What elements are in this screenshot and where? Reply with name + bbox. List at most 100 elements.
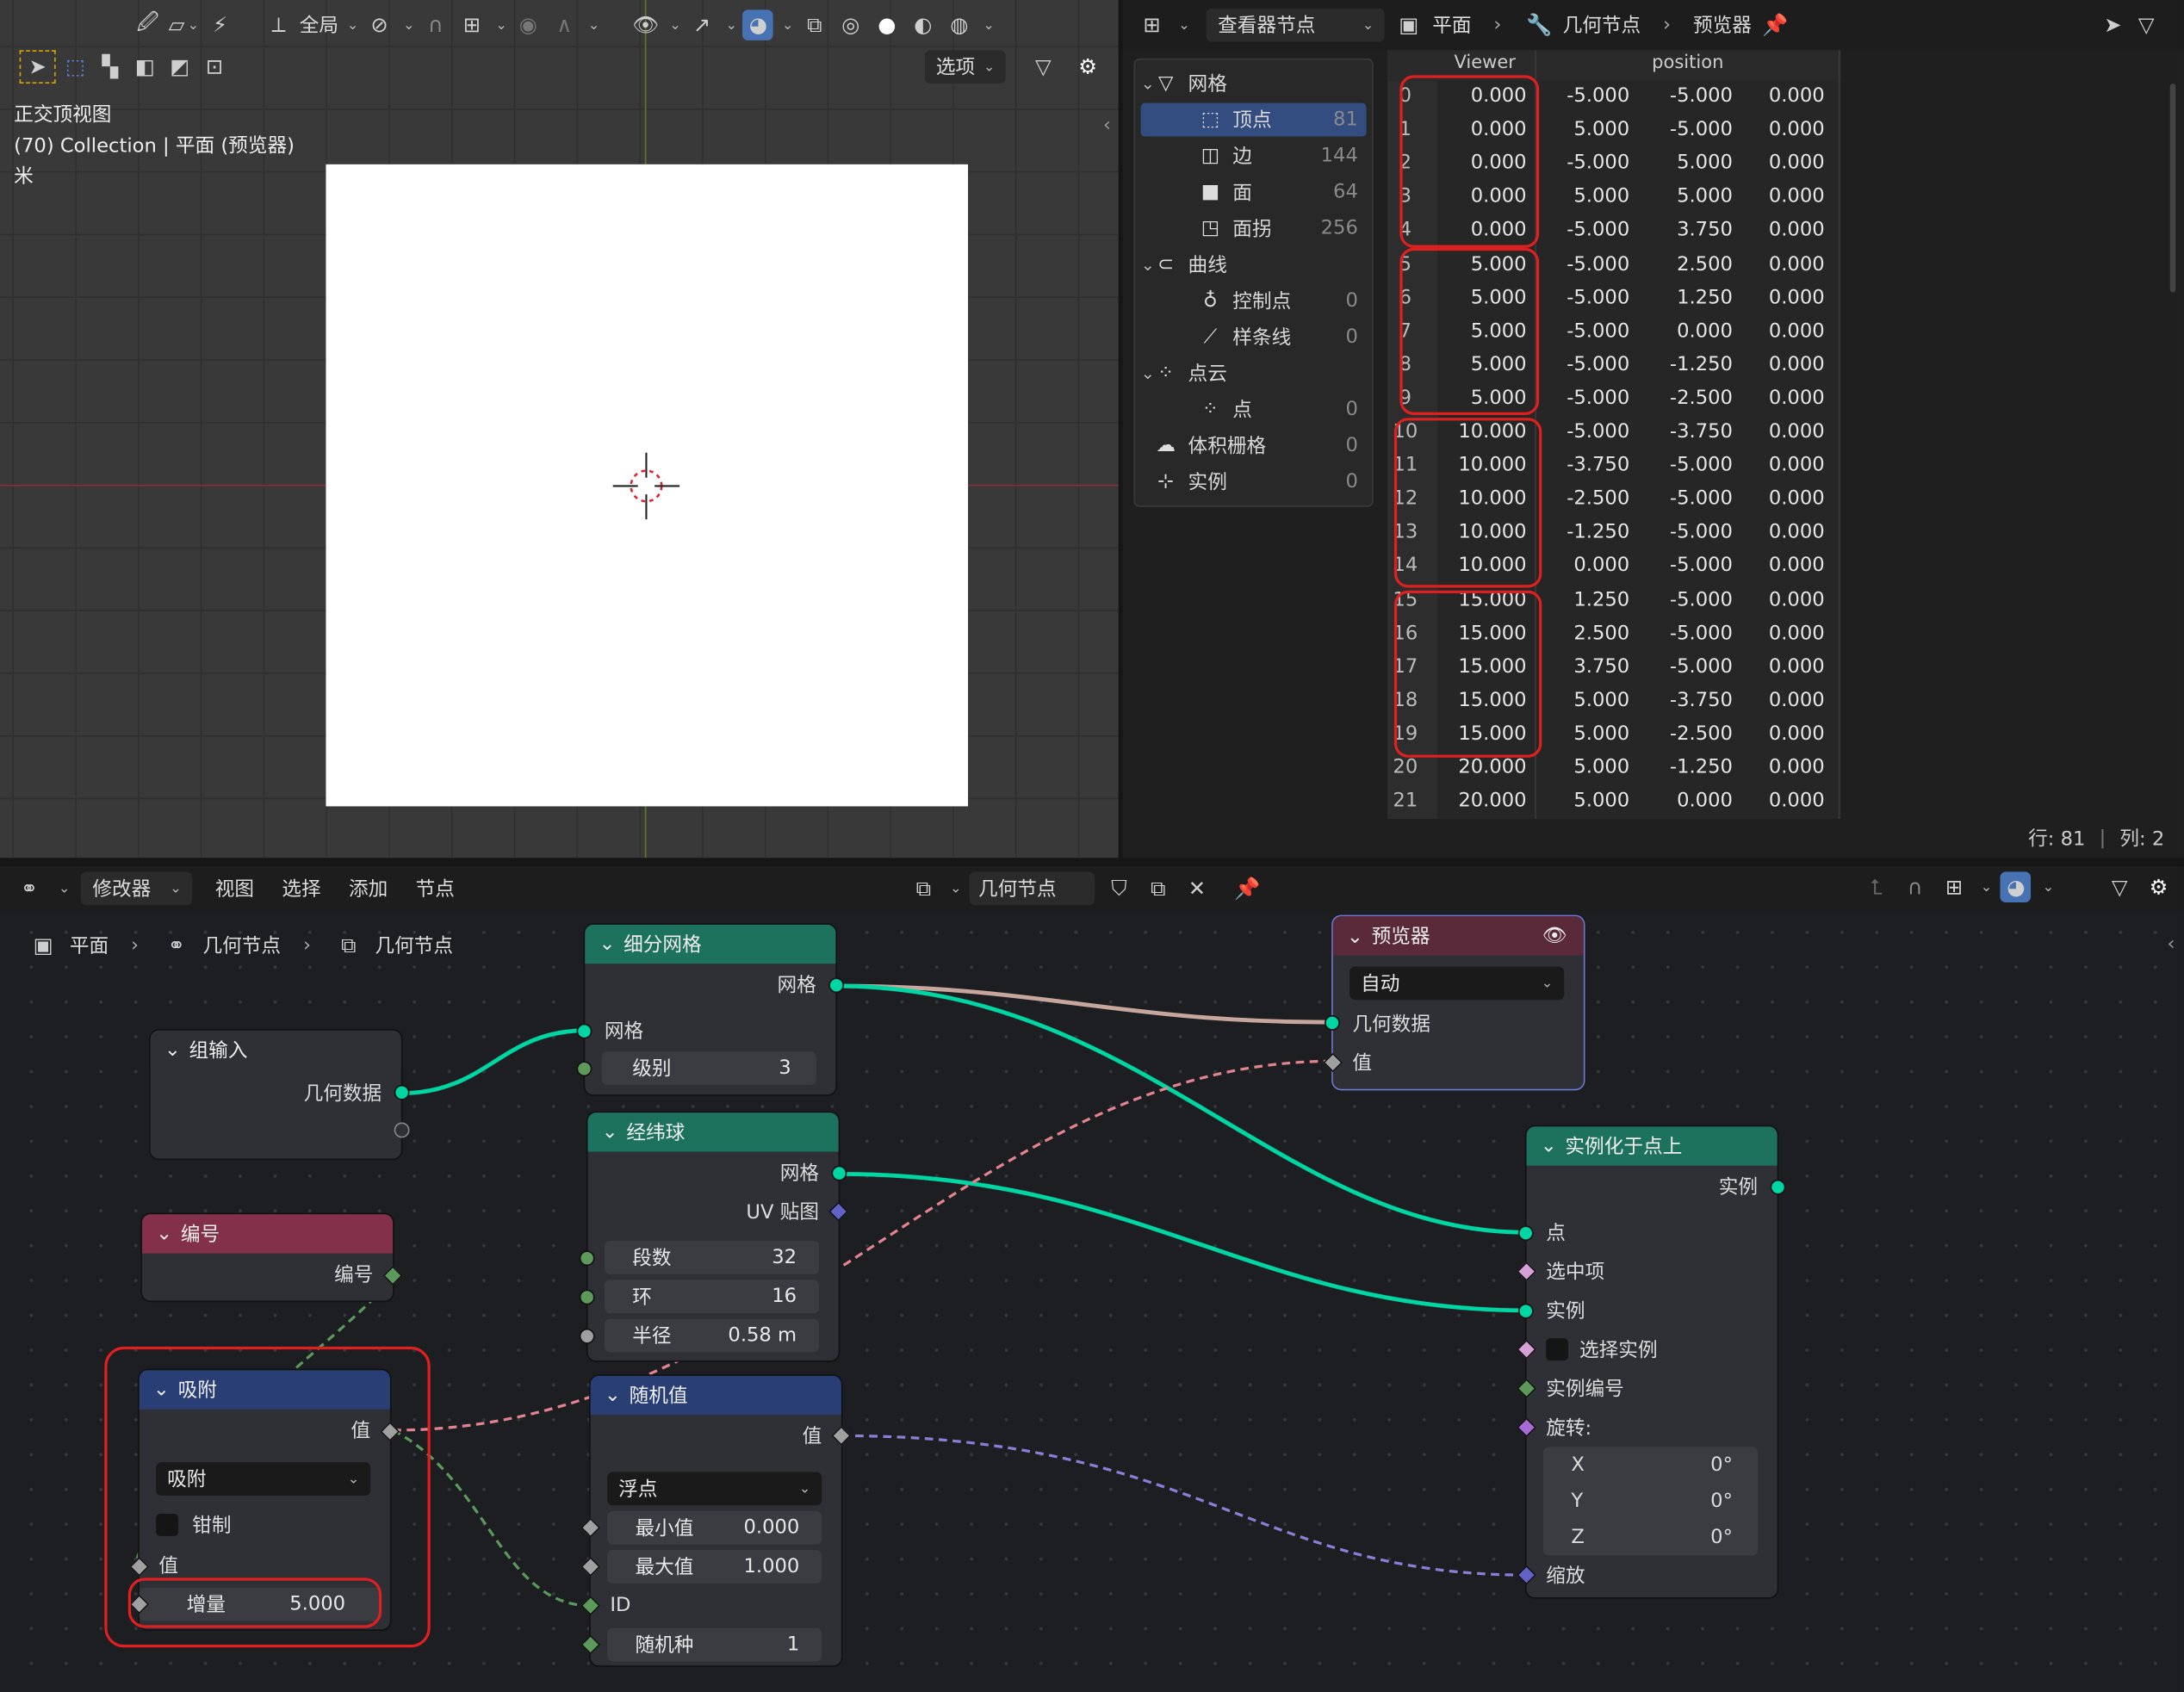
subdivide-mesh-node[interactable]: ⌄ 细分网格 网格 网格 级别 3 [576,924,845,1095]
overlay-icon[interactable]: ◕ [742,9,774,40]
crumb-object[interactable]: 平面 [1432,11,1471,39]
rotation-x-value[interactable]: 0° [1710,1453,1733,1476]
input-instance-socket[interactable] [1517,1303,1534,1319]
node-header[interactable]: ⌄ 实例化于点上 [1526,1126,1778,1166]
select-subtract-icon[interactable]: ◧ [129,52,160,83]
node-header[interactable]: ⌄ 细分网格 [585,924,836,964]
tree-item[interactable]: ♁ 控制点 0 [1141,284,1367,318]
select-tool-icon[interactable]: ➤ [19,50,56,84]
proportional-edit-icon[interactable]: ◉ [512,9,543,40]
rotation-y-value[interactable]: 0° [1710,1491,1733,1513]
tree-item[interactable]: ⁘ 点 0 [1141,393,1367,426]
column-header-position[interactable]: position [1652,53,1723,73]
editor-type-icon[interactable]: ⊞ [1137,9,1168,40]
select-box-icon[interactable]: ⬚ [60,52,91,83]
tree-item[interactable]: ◫ 边 144 [1141,139,1367,173]
wrench-icon: 🔧 [1526,12,1553,38]
3d-cursor-icon[interactable] [612,452,680,520]
select-invert-icon[interactable]: ◩ [164,52,195,83]
rotation-vector[interactable]: X 0° Y 0° Z 0° [1542,1447,1759,1556]
crumb-modifier[interactable]: 几何节点 [1563,11,1641,39]
level-field[interactable]: 级别 3 [601,1051,816,1085]
pivot-icon[interactable]: ⊘ [364,9,395,40]
index-node[interactable]: ⌄ 编号 编号 [141,1214,403,1301]
input-level-socket[interactable] [576,1061,593,1077]
3d-viewport[interactable]: 🖉 ▱ ⌄ ⚡ ⟂ 全局 ⌄ ⊘ ⌄ ∩ ⊞ ⌄ ◉ ∧ ⌄ 👁 ⌄ ↗ ⌄ ◕ ⌄ ⧉ ◎ ●… [0,0,1119,858]
uv-sphere-node[interactable]: ⌄ 经纬球 网格 UV 贴图 段数 32 环 16 半径 0.58 m [579,1113,849,1361]
node-header[interactable]: ⌄ 组输入 [150,1030,401,1070]
sidebar-toggle-icon[interactable]: ‹ [2168,933,2175,956]
eye-icon[interactable]: 👁 [1542,925,1567,947]
scrollbar[interactable] [2169,84,2176,293]
input-segments-socket[interactable] [579,1250,595,1267]
visibility-icon[interactable]: 👁 [630,9,661,40]
select-intersect-icon[interactable]: ⊡ [199,52,230,83]
crumb-viewer[interactable]: 预览器 [1693,11,1752,39]
node-header[interactable]: ⌄ 经纬球 [587,1113,839,1152]
sidebar-toggle-icon[interactable]: ‹ [1103,115,1111,137]
solid-shading-icon[interactable]: ● [872,9,903,40]
magnet-icon[interactable]: ∩ [420,9,451,40]
output-empty-socket[interactable] [394,1122,410,1138]
input-geometry-socket[interactable] [1325,1015,1340,1031]
tree-item[interactable]: ⌄ ⁘ 点云 [1141,356,1367,390]
input-points-socket[interactable] [1517,1225,1534,1242]
viewer-node[interactable]: ⌄ 预览器 👁 自动 ⌄ 几何数据 值 [1323,916,1584,1089]
select-only-icon[interactable]: ➤ [2098,9,2129,40]
rings-field[interactable]: 环 16 [604,1280,819,1314]
display-mode-dropdown[interactable]: 查看器节点 ⌄ [1207,8,1386,42]
tree-item[interactable]: ⬚ 顶点 81 [1140,102,1367,137]
gear-icon[interactable]: ⚙ [1072,52,1103,83]
node-editor[interactable]: ⚭ ⌄ 修改器 ⌄ 视图 选择 添加 节点 ⧉ ⌄ 几何节点 ⛉ ⧉ ✕ 📌 ⮤ ∩ … [0,865,2184,1692]
tree-item[interactable]: ⌄ ⊂ 曲线 [1141,248,1367,282]
output-instances-socket[interactable] [1770,1179,1786,1195]
options-button[interactable]: 选项 ⌄ [924,50,1007,84]
output-geometry-socket[interactable] [394,1084,410,1100]
node-header[interactable]: ⌄ 预览器 👁 [1332,916,1584,956]
tree-item[interactable]: ◳ 面拐 256 [1141,212,1367,245]
material-shading-icon[interactable]: ◐ [908,9,939,40]
table-cell: -3.750 [1567,454,1630,477]
xray-icon[interactable]: ⧉ [799,9,830,40]
output-mesh-socket[interactable] [828,977,845,994]
table-cell: -5.000 [1567,219,1630,242]
snap-target-icon[interactable]: ⊞ [456,9,487,40]
transform-orientation-icon[interactable]: ▱ ⌄ [169,9,200,40]
max-field[interactable]: 最大值 1.000 [607,1550,822,1584]
input-rings-socket[interactable] [579,1289,595,1305]
tree-item[interactable]: ⊹ 实例 0 [1141,465,1367,499]
filter-icon[interactable]: ▽ [1028,52,1059,83]
node-header[interactable]: ⌄ 编号 [141,1214,394,1254]
rendered-shading-icon[interactable]: ◍ [944,9,975,40]
input-radius-socket[interactable] [579,1328,595,1344]
data-type-dropdown[interactable]: 浮点 ⌄ [607,1472,822,1506]
snap-element-icon[interactable]: ⚡ [205,9,236,40]
column-header-viewer[interactable]: Viewer [1454,53,1515,73]
node-header[interactable]: ⌄ 随机值 [590,1375,841,1416]
input-mesh-socket[interactable] [576,1023,593,1039]
seed-field[interactable]: 随机种 1 [607,1627,822,1662]
min-field[interactable]: 最小值 0.000 [607,1510,822,1545]
filter-icon[interactable]: ▽ [2131,9,2162,40]
radius-field[interactable]: 半径 0.58 m [604,1318,819,1353]
eyedropper-icon[interactable]: 🖉 [133,9,164,40]
pick-instance-checkbox[interactable] [1546,1338,1569,1361]
rotation-z-value[interactable]: 0° [1710,1527,1733,1549]
gizmo-icon[interactable]: ↗ [686,9,717,40]
group-input-node[interactable]: ⌄ 组输入 几何数据 [150,1030,410,1159]
tree-item[interactable]: ☁ 体积栅格 0 [1141,429,1367,462]
tree-item[interactable]: ⌄ ▽ 网格 [1141,67,1367,101]
pin-icon[interactable]: 📌 [1760,9,1791,40]
random-value-node[interactable]: ⌄ 随机值 值 浮点 ⌄ 最小值 0.000 最大值 1.000 ID 随机种 1 [580,1375,852,1666]
wireframe-shading-icon[interactable]: ◎ [835,9,866,40]
instance-on-points-node[interactable]: ⌄ 实例化于点上 实例 点 选中项 实例 选择实例 实例编号 旋转: X 0° Y 0… [1517,1126,1786,1598]
falloff-icon[interactable]: ∧ [549,9,580,40]
output-mesh-socket[interactable] [831,1165,847,1181]
segments-field[interactable]: 段数 32 [604,1241,819,1274]
global-dropdown[interactable]: 全局 [300,11,338,39]
tree-item[interactable]: ⟋ 样条线 0 [1141,320,1367,354]
domain-dropdown[interactable]: 自动 ⌄ [1349,966,1565,1001]
axis-icon[interactable]: ⟂ [264,9,295,40]
tree-item[interactable]: ■ 面 64 [1141,176,1367,209]
select-extend-icon[interactable]: ▚ [95,52,126,83]
